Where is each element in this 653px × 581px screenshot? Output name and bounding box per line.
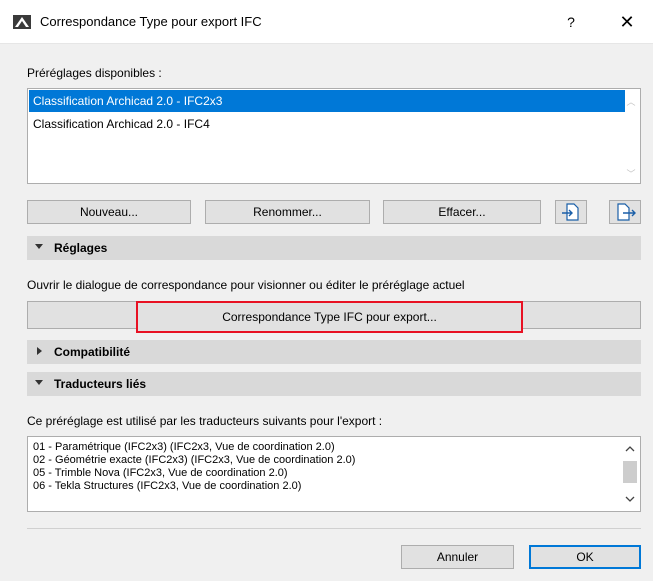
window-title: Correspondance Type pour export IFC: [40, 14, 262, 29]
presets-list[interactable]: Classification Archicad 2.0 - IFC2x3 Cla…: [27, 88, 641, 184]
settings-description: Ouvrir le dialogue de correspondance pou…: [27, 278, 465, 292]
translators-list[interactable]: 01 - Paramétrique (IFC2x3) (IFC2x3, Vue …: [27, 436, 641, 512]
linked-description: Ce préréglage est utilisé par les traduc…: [27, 414, 383, 428]
translator-item[interactable]: 06 - Tekla Structures (IFC2x3, Vue de co…: [33, 480, 301, 493]
title-bar: Correspondance Type pour export IFC ? ✕: [0, 0, 653, 44]
linked-translators-section-header[interactable]: Traducteurs liés: [27, 372, 641, 396]
archicad-app-icon: [13, 15, 31, 29]
collapse-triangle-icon: [35, 380, 43, 385]
translator-item[interactable]: 05 - Trimble Nova (IFC2x3, Vue de coordi…: [33, 467, 288, 480]
compatibility-header-label: Compatibilité: [54, 345, 131, 359]
import-button[interactable]: [555, 200, 587, 224]
settings-section-header[interactable]: Réglages: [27, 236, 641, 260]
mapping-button[interactable]: Correspondance Type IFC pour export...: [136, 301, 523, 333]
compatibility-section-header[interactable]: Compatibilité: [27, 340, 641, 364]
settings-header-label: Réglages: [54, 241, 108, 255]
preset-item[interactable]: Classification Archicad 2.0 - IFC4: [29, 113, 210, 135]
delete-button[interactable]: Effacer...: [383, 200, 541, 224]
help-button[interactable]: ?: [557, 10, 585, 34]
expand-triangle-icon: [37, 347, 42, 355]
translators-scrollbar[interactable]: [622, 439, 638, 509]
translator-item[interactable]: 01 - Paramétrique (IFC2x3) (IFC2x3, Vue …: [33, 441, 335, 454]
scroll-up-icon[interactable]: ︿: [626, 95, 636, 107]
import-icon: [562, 203, 579, 221]
scroll-down-icon[interactable]: ﹀: [626, 167, 636, 179]
collapse-triangle-icon: [35, 244, 43, 249]
rename-button[interactable]: Renommer...: [205, 200, 370, 224]
ok-button[interactable]: OK: [529, 545, 641, 569]
new-button[interactable]: Nouveau...: [27, 200, 191, 224]
export-icon: [617, 203, 636, 221]
footer-separator: [27, 528, 641, 529]
preset-item[interactable]: Classification Archicad 2.0 - IFC2x3: [29, 90, 625, 112]
presets-label: Préréglages disponibles :: [27, 66, 162, 80]
linked-header-label: Traducteurs liés: [54, 377, 147, 391]
export-button[interactable]: [609, 200, 641, 224]
close-button[interactable]: ✕: [612, 10, 642, 34]
translator-item[interactable]: 02 - Géométrie exacte (IFC2x3) (IFC2x3, …: [33, 454, 355, 467]
cancel-button[interactable]: Annuler: [401, 545, 514, 569]
